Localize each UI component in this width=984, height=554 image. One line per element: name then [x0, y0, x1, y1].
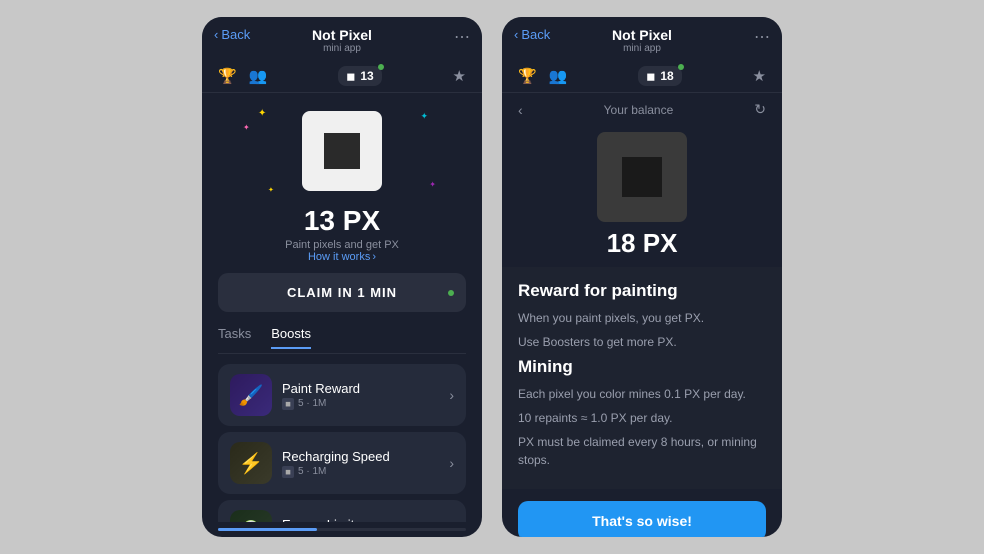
boost-icon-energy: 🔋 [230, 510, 272, 522]
app-title-left: Not Pixel [216, 27, 468, 43]
meta-text-recharge: 5 · 1M [298, 466, 326, 477]
back-chevron-left: ‹ [214, 27, 218, 42]
app-subtitle-left: mini app [216, 43, 468, 54]
how-it-works-chevron: › [372, 251, 376, 263]
tab-boosts[interactable]: Boosts [271, 326, 311, 349]
px-desc-left: Paint pixels and get PX [218, 239, 466, 251]
balance-pixel-container [502, 122, 782, 228]
sparkle-3: ✦ [420, 111, 428, 122]
boost-name-energy: Energy Limit [282, 517, 439, 523]
nav-count-left: 13 [360, 69, 373, 83]
wise-button[interactable]: That's so wise! [518, 501, 766, 537]
reward-text-1: When you paint pixels, you get PX. [518, 309, 766, 327]
nav-bar-right: 🏆 👥 ◼ 18 ★ [502, 60, 782, 93]
app-header-left: ‹ Back Not Pixel mini app ⋯ [202, 17, 482, 60]
left-phone: ‹ Back Not Pixel mini app ⋯ 🏆 👥 ◼ 13 ★ ✦… [202, 17, 482, 537]
balance-nav-left[interactable]: ‹ [518, 102, 523, 118]
trophy-icon-right[interactable]: 🏆 [518, 67, 537, 85]
boost-item-energy[interactable]: 🔋 Energy Limit ◼ 5 · 1M › [218, 500, 466, 522]
scroll-indicator-left [218, 528, 466, 531]
claim-btn-dot [448, 290, 454, 296]
star-icon-right[interactable]: ★ [753, 67, 766, 85]
star-icon-left[interactable]: ★ [453, 67, 466, 85]
tab-tasks[interactable]: Tasks [218, 326, 251, 349]
boost-info-recharge: Recharging Speed ◼ 5 · 1M [282, 449, 439, 478]
trophy-icon-left[interactable]: 🏆 [218, 67, 237, 85]
boost-meta-paint: ◼ 5 · 1M [282, 398, 439, 410]
sparkle-2: ✦ [243, 123, 250, 132]
boost-meta-recharge: ◼ 5 · 1M [282, 466, 439, 478]
sparkle-5: ✦ [268, 186, 274, 194]
boost-icon-recharge: ⚡ [230, 442, 272, 484]
pixel-icon-container: ✦ ✦ ✦ ✦ ✦ [218, 103, 466, 199]
app-header-right: ‹ Back Not Pixel mini app ⋯ [502, 17, 782, 60]
people-icon-right[interactable]: 👥 [549, 67, 568, 85]
sparkle-1: ✦ [258, 108, 266, 119]
back-button-right[interactable]: ‹ Back [514, 27, 550, 42]
balance-px-amount: 18 PX [502, 228, 782, 267]
nav-bar-left: 🏆 👥 ◼ 13 ★ [202, 60, 482, 93]
online-dot-left [378, 64, 384, 70]
boost-icon-paint: 🖌️ [230, 374, 272, 416]
sparkle-4: ✦ [429, 180, 436, 189]
meta-icon-paint: ◼ [282, 398, 294, 410]
pixel-box-left [302, 111, 382, 191]
phone-content-right: ‹ Your balance ↻ 18 PX Reward for painti… [502, 93, 782, 537]
phone-content-left: ✦ ✦ ✦ ✦ ✦ 13 PX Paint pixels and get PX … [202, 93, 482, 522]
balance-header: ‹ Your balance ↻ [502, 93, 782, 122]
nav-count-right: 18 [660, 69, 673, 83]
inner-square-left [324, 133, 360, 169]
refresh-icon[interactable]: ↻ [754, 101, 766, 118]
app-subtitle-right: mini app [516, 43, 768, 54]
balance-inner-square [622, 157, 662, 197]
boost-item-paint[interactable]: 🖌️ Paint Reward ◼ 5 · 1M › [218, 364, 466, 426]
boost-list: 🖌️ Paint Reward ◼ 5 · 1M › ⚡ Recharging … [218, 364, 466, 522]
how-it-works-text: How it works [308, 251, 370, 263]
info-section: Reward for painting When you paint pixel… [502, 267, 782, 489]
nav-icons-left: 🏆 👥 [218, 67, 267, 85]
how-it-works-link[interactable]: How it works › [218, 251, 466, 263]
menu-button-left[interactable]: ⋯ [454, 27, 470, 47]
boost-name-paint: Paint Reward [282, 381, 439, 396]
mining-title: Mining [518, 357, 766, 377]
meta-icon-recharge: ◼ [282, 466, 294, 478]
back-label-left: Back [221, 27, 250, 42]
chevron-recharge: › [449, 455, 454, 471]
right-phone: ‹ Back Not Pixel mini app ⋯ 🏆 👥 ◼ 18 ★ ‹… [502, 17, 782, 537]
boost-item-recharge[interactable]: ⚡ Recharging Speed ◼ 5 · 1M › [218, 432, 466, 494]
meta-text-paint: 5 · 1M [298, 398, 326, 409]
px-amount-left: 13 PX [218, 205, 466, 237]
nav-center-left[interactable]: ◼ 13 [338, 66, 382, 86]
app-title-right: Not Pixel [516, 27, 768, 43]
mining-text-2: 10 repaints ≈ 1.0 PX per day. [518, 409, 766, 427]
balance-pixel-box [597, 132, 687, 222]
reward-title: Reward for painting [518, 281, 766, 301]
main-panel: ✦ ✦ ✦ ✦ ✦ 13 PX Paint pixels and get PX … [202, 93, 482, 522]
chevron-paint: › [449, 387, 454, 403]
tabs-bar: Tasks Boosts [218, 322, 466, 354]
nav-icons-right: 🏆 👥 [518, 67, 567, 85]
scroll-bar-left [218, 528, 317, 531]
balance-label: Your balance [604, 103, 674, 117]
online-dot-right [678, 64, 684, 70]
mining-text-3: PX must be claimed every 8 hours, or min… [518, 433, 766, 469]
menu-button-right[interactable]: ⋯ [754, 27, 770, 47]
reward-text-2: Use Boosters to get more PX. [518, 333, 766, 351]
back-button-left[interactable]: ‹ Back [214, 27, 250, 42]
pixel-nav-icon-right: ◼ [646, 70, 655, 83]
pixel-nav-icon-left: ◼ [346, 70, 355, 83]
claim-btn-label: CLAIM IN 1 MIN [287, 285, 397, 300]
nav-center-right[interactable]: ◼ 18 [638, 66, 682, 86]
back-chevron-right: ‹ [514, 27, 518, 42]
boost-info-energy: Energy Limit ◼ 5 · 1M [282, 517, 439, 523]
boost-name-recharge: Recharging Speed [282, 449, 439, 464]
mining-text-1: Each pixel you color mines 0.1 PX per da… [518, 385, 766, 403]
claim-button[interactable]: CLAIM IN 1 MIN [218, 273, 466, 312]
back-label-right: Back [521, 27, 550, 42]
boost-info-paint: Paint Reward ◼ 5 · 1M [282, 381, 439, 410]
people-icon-left[interactable]: 👥 [249, 67, 268, 85]
